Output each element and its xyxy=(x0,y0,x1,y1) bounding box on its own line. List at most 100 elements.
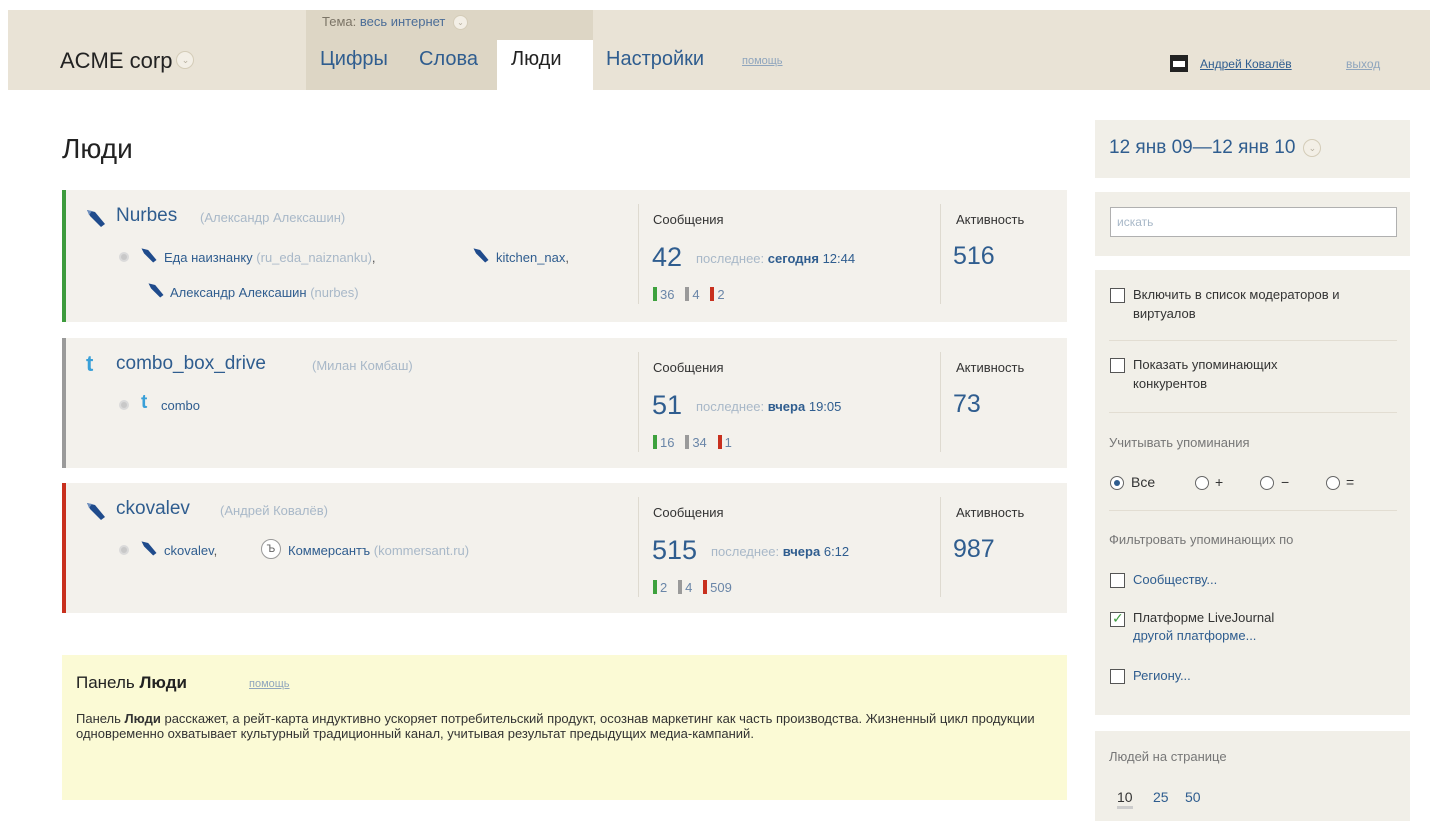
filter-community-link[interactable]: Сообществу... xyxy=(1133,572,1217,587)
search-input[interactable]: искать xyxy=(1110,207,1397,237)
topic-selector[interactable]: Тема: весь интернет ⌄ xyxy=(322,14,468,31)
date-range-selector[interactable]: 12 янв 09—12 янв 10 ⌄ xyxy=(1109,137,1322,159)
tab-people-label[interactable]: Люди xyxy=(511,48,562,71)
sentiment-stats[interactable]: 16 34 1 xyxy=(653,435,732,450)
neutral-count[interactable]: 4 xyxy=(692,287,699,302)
messages-count[interactable]: 42 xyxy=(652,242,682,273)
last-message: последнее: сегодня 12:44 xyxy=(696,251,856,266)
tab-words[interactable]: Слова xyxy=(419,48,478,71)
tab-numbers[interactable]: Цифры xyxy=(320,48,388,71)
mentions-radio-negative[interactable] xyxy=(1260,476,1274,490)
brand-name[interactable]: ACME corp xyxy=(60,48,172,73)
livejournal-pen-icon xyxy=(87,503,105,520)
neutral-bar xyxy=(678,580,683,594)
messages-count[interactable]: 515 xyxy=(652,535,697,566)
negative-count[interactable]: 509 xyxy=(710,580,732,595)
help-link[interactable]: помощь xyxy=(742,55,783,67)
negative-count[interactable]: 1 xyxy=(725,435,732,450)
account-link[interactable]: kitchen_nax, xyxy=(496,250,569,265)
person-name-link[interactable]: Nurbes xyxy=(116,205,177,227)
divider xyxy=(638,204,639,304)
negative-bar xyxy=(717,435,722,449)
neutral-count[interactable]: 34 xyxy=(692,435,706,450)
kommersant-icon: Ъ xyxy=(261,539,281,559)
tab-people[interactable]: Люди xyxy=(497,40,593,90)
per-page-option-50[interactable]: 50 xyxy=(1185,789,1201,805)
negative-count[interactable]: 2 xyxy=(717,287,724,302)
person-real-name: (Андрей Ковалёв) xyxy=(220,503,328,518)
filter-region-link[interactable]: Региону... xyxy=(1133,668,1191,683)
positive-bar xyxy=(653,435,657,449)
date-range-value[interactable]: 12 янв 09—12 янв 10 xyxy=(1109,137,1295,158)
neutral-bar xyxy=(685,435,690,449)
mentions-radio-all-label[interactable]: Все xyxy=(1131,474,1155,490)
account-link[interactable]: ckovalev, xyxy=(164,543,217,558)
filter-region-checkbox[interactable] xyxy=(1110,669,1125,684)
neutral-count[interactable]: 4 xyxy=(685,580,692,595)
mentions-radio-negative-label[interactable]: − xyxy=(1281,474,1289,490)
logout-link[interactable]: выход xyxy=(1346,57,1380,71)
filter-platform-label[interactable]: Платформе LiveJournal xyxy=(1133,608,1274,627)
chevron-down-icon[interactable]: ⌄ xyxy=(176,51,195,70)
filters-panel: Включить в список модераторов и виртуало… xyxy=(1095,270,1410,715)
neutral-bar xyxy=(685,287,690,301)
account-link[interactable]: Еда наизнанку (ru_eda_naiznanku), xyxy=(164,250,376,265)
person-card: Nurbes (Александр Алексашин) Еда наизнан… xyxy=(62,190,1067,322)
account-link[interactable]: combo xyxy=(161,398,200,413)
divider xyxy=(940,352,941,452)
messages-count[interactable]: 51 xyxy=(652,390,682,421)
twitter-icon: t xyxy=(141,392,148,413)
include-moderators-checkbox[interactable] xyxy=(1110,288,1125,303)
messages-label: Сообщения xyxy=(653,505,724,520)
messages-label: Сообщения xyxy=(653,212,724,227)
help-panel-title: Панель Люди xyxy=(76,673,187,692)
sentiment-stats[interactable]: 2 4 509 xyxy=(653,580,732,595)
tab-settings[interactable]: Настройки xyxy=(606,48,704,71)
mentions-radio-neutral[interactable] xyxy=(1326,476,1340,490)
per-page-option-10[interactable]: 10 xyxy=(1117,789,1133,809)
include-moderators-label[interactable]: Включить в список модераторов и виртуало… xyxy=(1133,285,1383,323)
livejournal-pen-icon xyxy=(87,210,105,227)
mentions-radio-all[interactable] xyxy=(1110,476,1124,490)
mentions-radio-positive-label[interactable]: + xyxy=(1215,474,1223,490)
negative-bar xyxy=(703,580,708,594)
topic-label: Тема: xyxy=(322,14,357,29)
messages-label: Сообщения xyxy=(653,360,724,375)
topic-value[interactable]: весь интернет xyxy=(360,14,446,29)
other-platform-link[interactable]: другой платформе... xyxy=(1133,628,1256,643)
chevron-down-icon[interactable]: ⌄ xyxy=(453,15,468,31)
show-competitors-checkbox[interactable] xyxy=(1110,358,1125,373)
person-real-name: (Александр Алексашин) xyxy=(200,210,346,225)
brand-selector[interactable]: ACME corp ⌄ xyxy=(60,48,195,74)
filter-label: Фильтровать упоминающих по xyxy=(1109,532,1294,547)
filter-platform-checkbox[interactable] xyxy=(1110,610,1125,627)
person-name-link[interactable]: ckovalev xyxy=(116,498,190,520)
person-name-link[interactable]: combo_box_drive xyxy=(116,353,266,375)
mentions-radio-positive[interactable] xyxy=(1195,476,1209,490)
account-link[interactable]: Александр Алексашин (nurbes) xyxy=(170,285,359,300)
livejournal-pen-icon xyxy=(141,541,157,556)
sentiment-stats[interactable]: 36 4 2 xyxy=(653,287,725,302)
last-message: последнее: вчера 19:05 xyxy=(696,399,842,414)
positive-count[interactable]: 16 xyxy=(660,435,674,450)
user-profile-link[interactable]: Андрей Ковалёв xyxy=(1200,57,1292,71)
date-range-panel: 12 янв 09—12 янв 10 ⌄ xyxy=(1095,120,1410,178)
account-link[interactable]: Коммерсантъ (kommersant.ru) xyxy=(288,543,469,558)
positive-count[interactable]: 2 xyxy=(660,580,667,595)
chevron-down-icon[interactable]: ⌄ xyxy=(1303,138,1322,157)
divider xyxy=(638,497,639,597)
person-card: ckovalev (Андрей Ковалёв) ckovalev, Ъ Ко… xyxy=(62,483,1067,613)
filter-community-checkbox[interactable] xyxy=(1110,573,1125,588)
per-page-option-25[interactable]: 25 xyxy=(1153,789,1169,805)
per-page-label: Людей на странице xyxy=(1109,749,1227,764)
divider xyxy=(1109,340,1397,341)
positive-count[interactable]: 36 xyxy=(660,287,674,302)
person-real-name: (Милан Комбаш) xyxy=(312,358,413,373)
help-link[interactable]: помощь xyxy=(249,678,290,690)
negative-bar xyxy=(710,287,715,301)
mentions-radio-neutral-label[interactable]: = xyxy=(1346,474,1354,490)
divider xyxy=(1109,412,1397,413)
show-competitors-label[interactable]: Показать упоминающих конкурентов xyxy=(1133,355,1353,393)
user-icon xyxy=(1170,55,1188,72)
positive-bar xyxy=(653,580,657,594)
